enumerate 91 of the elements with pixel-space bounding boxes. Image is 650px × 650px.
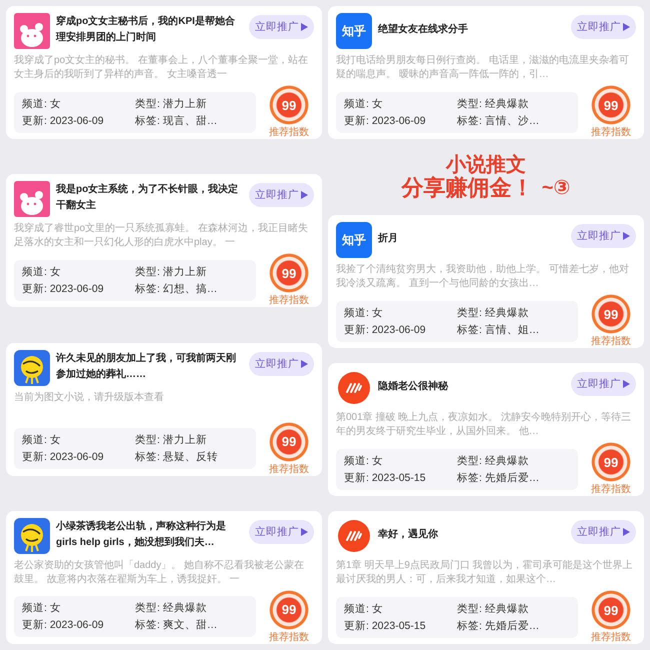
promote-button[interactable]: 立即推广 — [249, 183, 314, 208]
info-item: 更新: 2023-06-09 — [344, 114, 427, 128]
novel-description: 我穿成了po文女主的秘书。 在董事会上，八个董事全聚一堂，站在女主身后的我听到了异样的声音。 女主嗓音透一 — [14, 54, 309, 82]
duck-icon — [14, 350, 50, 386]
audio-app-icon — [338, 372, 370, 404]
info-item: 频道: 女 — [344, 306, 384, 320]
info-item: 更新: 2023-06-09 — [344, 322, 427, 337]
score-value: 99 — [604, 98, 618, 112]
info-item: 类型: 经典爆款 — [457, 96, 530, 110]
bear-icon — [14, 13, 50, 49]
info-item: 更新: 2023-06-09 — [22, 450, 105, 464]
novel-description: 第1章 明天早上9点民政局门口 我曾以为，霍司承可能是这个世界上最讨厌我的男人：可，后来我才知道，如果这个… — [336, 559, 634, 587]
info-item: 标签: 先婚后爱… — [457, 470, 540, 485]
novel-title: 我是po女主系统，为了不长针眼，我决定干翻女主 — [56, 182, 240, 214]
app-logo: 知乎 — [336, 222, 372, 258]
overlay-caption: 小说推文 — [446, 154, 526, 176]
info-item: 类型: 潜力上新 — [135, 264, 208, 279]
promote-button[interactable]: 立即推广 — [571, 372, 636, 396]
info-item: 更新: 2023-06-09 — [22, 618, 105, 632]
info-item: 类型: 经典爆款 — [135, 601, 208, 616]
info-item: 更新: 2023-05-15 — [344, 618, 427, 632]
info-item: 频道: 女 — [22, 264, 62, 279]
info-item: 类型: 潜力上新 — [135, 433, 208, 448]
app-logo: 知乎 — [336, 13, 372, 49]
score-label: 推荐指数 — [269, 126, 309, 139]
info-item: 标签: 先婚后爱… — [457, 618, 540, 632]
novel-description: 老公家资助的女孩管他叫「daddy」。 她自称不忍看我被老公蒙在鼓里。 故意将内衣落在翟斯为车上，诱我捉奸。 一 — [14, 558, 306, 587]
info-item: 标签: 爽文、甜… — [135, 618, 218, 632]
novel-description: 我打电话给男朋友每日例行查岗。 电话里，滋滋的电流里夹杂着可疑的喘息声。 暧昧的声音高一阵低一阵的，引… — [336, 54, 630, 82]
score-label: 推荐指数 — [269, 294, 309, 308]
score-value: 99 — [604, 306, 618, 322]
caret-icon — [623, 23, 630, 31]
promote-button[interactable]: 立即推广 — [249, 15, 314, 39]
info-item: 频道: 女 — [22, 96, 62, 110]
score-label: 推荐指数 — [269, 630, 309, 644]
info-item: 频道: 女 — [344, 602, 384, 616]
novel-title: 绝望女友在线求分手 — [378, 22, 469, 37]
novel-description: 我捡了个清纯贫穷男大，我资助他，助他上学。 可惜差七岁，他对我冷淡又疏离。 直到一个与他同龄的女孩出… — [336, 263, 630, 292]
info-item: 标签: 悬疑、反转 — [135, 450, 219, 464]
novel-title: 折月 — [378, 232, 399, 246]
info-item: 频道: 女 — [22, 433, 62, 448]
info-item: 标签: 幻想、搞… — [135, 282, 218, 296]
novel-title: 小绿茶诱我老公出轨，声称这种行为是girls help girls，她没想到我们夫… — [56, 519, 227, 550]
score-label: 推荐指数 — [591, 630, 631, 644]
audio-app-icon — [338, 520, 370, 552]
score-value: 99 — [282, 266, 296, 281]
promote-button[interactable]: 立即推广 — [249, 520, 314, 544]
caret-icon — [623, 528, 630, 536]
novel-title: 穿成po文女主秘书后，我的KPI是帮她合理安排男团的上门时间 — [56, 14, 236, 45]
info-item: 类型: 经典爆款 — [457, 306, 530, 320]
promote-button[interactable]: 立即推广 — [571, 224, 636, 248]
caret-icon — [623, 232, 630, 240]
novel-description: 当前为图文小说，请升级版本查看 — [14, 390, 165, 405]
promote-button[interactable]: 立即推广 — [249, 352, 314, 376]
novel-title: 许久未见的朋友加上了我，可我前两天刚参加过她的葬礼…… — [56, 352, 237, 382]
info-item: 标签: 现言、甜… — [135, 114, 218, 128]
info-item: 频道: 女 — [22, 601, 62, 616]
info-item: 类型: 经典爆款 — [457, 602, 530, 616]
info-item: 更新: 2023-06-09 — [22, 282, 105, 296]
score-value: 99 — [282, 98, 296, 112]
caret-icon — [301, 360, 308, 368]
info-item: 更新: 2023-06-09 — [22, 114, 105, 128]
caret-icon — [623, 380, 630, 388]
novel-title: 隐婚老公很神秘 — [378, 380, 450, 394]
novel-description: 我穿成了睿世po文里的一只系统孤寡蛙。 在森林河边，我正目睹失足落水的女主和一只幻化人形的白虎水中play。 一 — [14, 222, 309, 250]
score-value: 99 — [282, 602, 296, 618]
bear-icon — [14, 181, 50, 218]
overlay-caption: 分享赚佣金！ — [402, 176, 534, 200]
info-item: 更新: 2023-05-15 — [344, 470, 427, 485]
info-item: 标签: 言情、姐… — [457, 322, 540, 337]
info-item: 频道: 女 — [344, 96, 384, 110]
duck-icon — [14, 518, 50, 554]
info-item: 频道: 女 — [344, 454, 384, 468]
score-label: 推荐指数 — [269, 462, 309, 476]
score-label: 推荐指数 — [591, 334, 631, 348]
caret-icon — [301, 528, 308, 536]
score-label: 推荐指数 — [591, 482, 631, 496]
score-value: 99 — [604, 602, 618, 618]
info-item: 类型: 潜力上新 — [135, 96, 208, 110]
novel-description: 第001章 撞破 晚上九点，夜凉如水。 沈静安今晚特别开心，等待三年的男友终于研究生毕业，从国外回来。 他… — [336, 411, 632, 440]
score-label: 推荐指数 — [591, 126, 631, 139]
promote-button[interactable]: 立即推广 — [571, 520, 636, 544]
caret-icon — [301, 23, 308, 31]
score-value: 99 — [282, 434, 296, 450]
score-value: 99 — [604, 454, 618, 470]
promote-button[interactable]: 立即推广 — [571, 15, 636, 39]
info-item: 类型: 经典爆款 — [457, 454, 530, 468]
novel-title: 幸好，遇见你 — [378, 528, 439, 542]
caret-icon — [301, 191, 308, 200]
info-item: 标签: 言情、沙… — [457, 114, 540, 128]
overlay-caption: ~③ — [542, 177, 570, 200]
